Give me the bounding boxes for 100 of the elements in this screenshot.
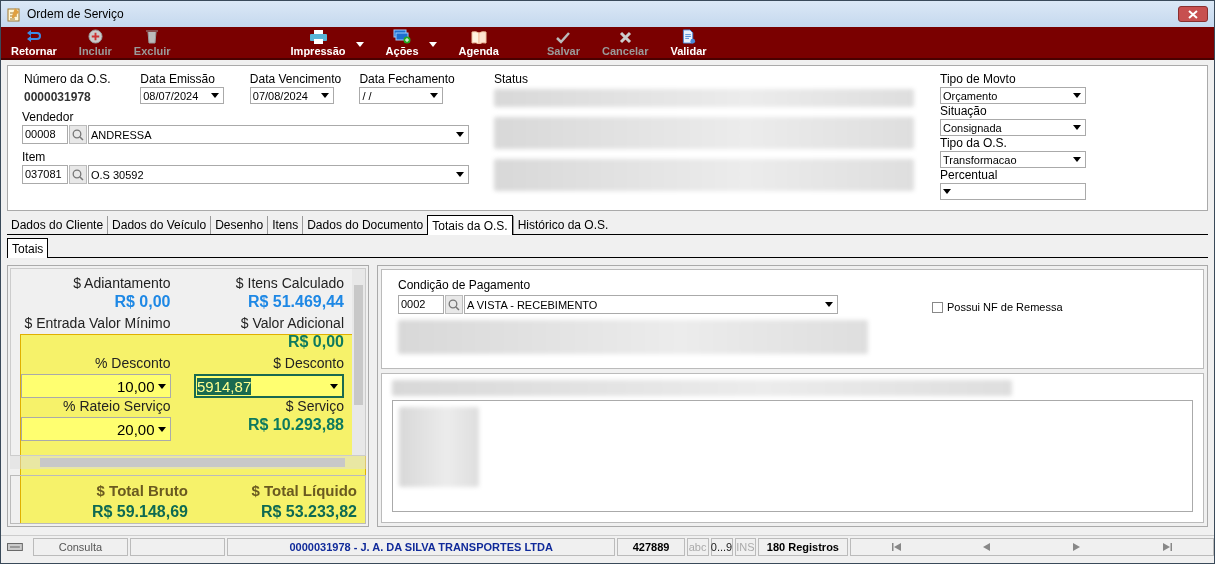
- field-label: Número da O.S.: [24, 72, 112, 87]
- dropdown-arrow-icon: [825, 302, 833, 307]
- mode-status: Consulta: [32, 538, 128, 556]
- total-label: $ Entrada Valor Mínimo: [24, 315, 171, 331]
- dropdown-arrow-icon: [157, 426, 166, 432]
- toolbar-button[interactable]: Validar: [664, 29, 713, 58]
- windows-add-icon: [393, 29, 412, 44]
- total-label: % Desconto: [95, 355, 171, 371]
- toolbar-button[interactable]: Agenda: [452, 29, 505, 58]
- total-label: $ Total Líquido: [251, 482, 357, 499]
- code-field[interactable]: 0002: [398, 295, 444, 314]
- date-dropdown[interactable]: 07/08/2024: [249, 87, 334, 104]
- dropdown[interactable]: Consignada: [940, 119, 1086, 136]
- lookup-dropdown[interactable]: ANDRESSA: [88, 125, 469, 144]
- field-label: Situação: [940, 104, 988, 119]
- caret-icon[interactable]: [428, 42, 437, 47]
- observations-field[interactable]: [392, 400, 1193, 512]
- field-label: Percentual: [940, 168, 999, 183]
- search-icon: [72, 128, 84, 141]
- dropdown-arrow-icon: [157, 383, 166, 389]
- total-label: $ Itens Calculado: [235, 275, 344, 291]
- toolbar-button[interactable]: Ações: [379, 29, 425, 58]
- dropdown-arrow-icon: [330, 383, 338, 389]
- return-arrow-icon: [25, 30, 42, 44]
- field-label: Item: [22, 150, 47, 165]
- vertical-scrollbar[interactable]: [352, 269, 365, 455]
- dropdown-arrow-icon: [456, 172, 464, 177]
- toolbar-button[interactable]: Retornar: [5, 29, 63, 58]
- field-label: Data Emissão: [140, 72, 216, 87]
- field-label: Data Vencimento: [249, 72, 343, 87]
- first-record-icon[interactable]: [891, 543, 901, 551]
- amount-value: R$ 0,00: [287, 333, 344, 351]
- amount-value: R$ 10.293,88: [247, 416, 344, 434]
- lookup-dropdown[interactable]: O.S 30592: [88, 165, 469, 184]
- field-label: Condição de Pagamento: [398, 278, 532, 293]
- dropdown-arrow-icon: [320, 93, 329, 98]
- dropdown-arrow-icon: [211, 93, 220, 98]
- total-label: $ Adiantamento: [73, 275, 171, 291]
- value-dropdown[interactable]: 10,00: [20, 374, 171, 398]
- search-button[interactable]: [69, 165, 87, 184]
- dropdown-arrow-icon: [943, 189, 951, 194]
- total-value: R$ 53.233,82: [260, 503, 357, 521]
- dropdown-arrow-icon: [456, 132, 464, 137]
- total-label: $ Total Bruto: [96, 482, 188, 499]
- close-icon: [1188, 9, 1198, 19]
- add-circle-icon: [87, 29, 103, 44]
- total-label: % Rateio Serviço: [63, 398, 171, 414]
- window-title: Ordem de Serviço: [27, 7, 124, 21]
- code-field[interactable]: 00008: [22, 125, 68, 144]
- checkbox[interactable]: [932, 301, 943, 313]
- tab[interactable]: Totais da O.S.: [427, 215, 513, 235]
- trash-icon: [145, 29, 160, 44]
- total-label: $ Valor Adicional: [240, 315, 344, 331]
- total-label: $ Serviço: [285, 398, 344, 414]
- dropdown-arrow-icon: [1073, 157, 1081, 162]
- close-button[interactable]: [1178, 6, 1208, 22]
- code-status: 427889: [617, 538, 685, 556]
- search-icon: [72, 168, 84, 181]
- search-button[interactable]: [69, 125, 87, 144]
- field-label: Vendedor: [22, 110, 75, 125]
- dropdown-arrow-icon: [430, 93, 439, 98]
- dropdown[interactable]: Transformacao: [940, 151, 1086, 168]
- total-label: $ Desconto: [273, 355, 344, 371]
- tab[interactable]: Totais: [7, 238, 49, 258]
- document-gear-icon: [681, 29, 696, 44]
- dropdown[interactable]: Orçamento: [940, 87, 1086, 104]
- dropdown[interactable]: [940, 183, 1086, 200]
- last-record-icon[interactable]: [1162, 543, 1172, 551]
- field-label: Tipo de Movto: [940, 72, 1017, 87]
- cross-icon: [618, 31, 632, 44]
- toolbar-button[interactable]: Impressão: [284, 29, 352, 58]
- dropdown-arrow-icon: [1073, 125, 1081, 130]
- search-button[interactable]: [445, 295, 463, 314]
- field-label: Tipo da O.S.: [940, 136, 1008, 151]
- search-icon: [448, 298, 460, 311]
- amount-value: R$ 0,00: [114, 293, 171, 311]
- notepad-icon: [7, 6, 21, 22]
- value-dropdown[interactable]: 5914,87: [194, 374, 344, 398]
- payment-dropdown[interactable]: A VISTA - RECEBIMENTO: [464, 295, 838, 314]
- amount-value: R$ 51.469,44: [247, 293, 344, 311]
- check-icon: [556, 32, 571, 44]
- record-status: 0000031978 - J. A. DA SILVA TRANSPORTES LTDA: [227, 538, 616, 556]
- key-indicator: INS: [734, 538, 757, 556]
- open-book-icon: [470, 31, 487, 44]
- caret-icon[interactable]: [355, 42, 364, 47]
- code-field[interactable]: 037081: [22, 165, 68, 184]
- field-label: Status: [494, 72, 530, 87]
- date-dropdown[interactable]: / /: [359, 87, 444, 104]
- previous-record-icon[interactable]: [983, 543, 991, 551]
- dropdown-arrow-icon: [1073, 93, 1081, 98]
- date-dropdown[interactable]: 08/07/2024: [140, 87, 225, 104]
- next-record-icon[interactable]: [1073, 543, 1081, 551]
- field-label: Data Fechamento: [359, 72, 456, 87]
- printer-icon: [309, 30, 327, 44]
- value-dropdown[interactable]: 20,00: [20, 417, 171, 441]
- checkbox-label: Possui NF de Remessa: [947, 301, 1063, 313]
- record-count: 180 Registros: [758, 538, 848, 556]
- total-value: R$ 59.148,69: [91, 503, 188, 521]
- key-indicator: 0...9: [710, 538, 733, 556]
- keyboard-icon: [7, 543, 23, 551]
